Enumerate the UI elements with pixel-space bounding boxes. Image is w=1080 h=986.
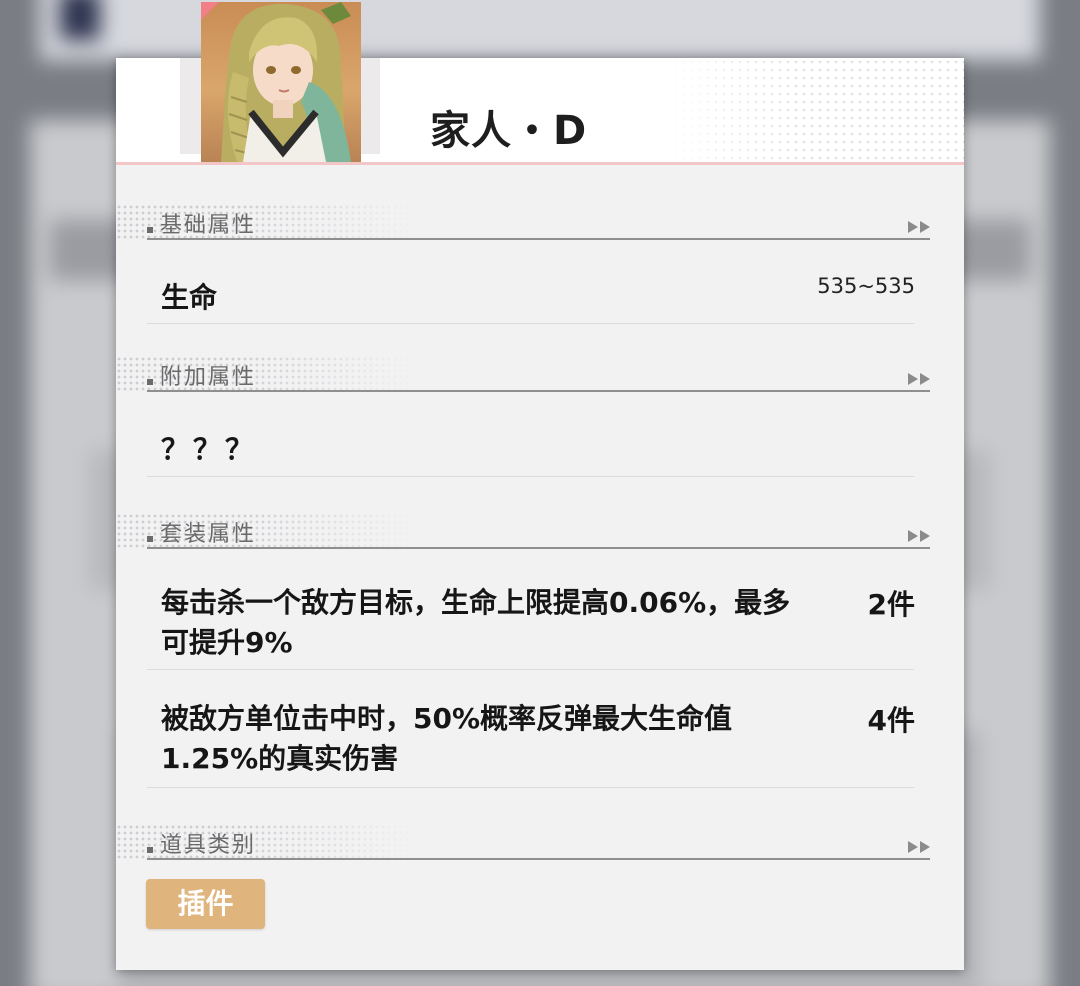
section-header-extra: 附加属性 <box>116 356 964 392</box>
double-chevron-right-icon <box>906 221 930 233</box>
section-header-set: 套装属性 <box>116 513 964 549</box>
item-name: 家人・D <box>430 108 588 154</box>
portrait-illustration <box>221 2 351 162</box>
set-effect-text: 被敌方单位击中时，50%概率反弹最大生命值1.25%的真实伤害 <box>161 702 733 775</box>
item-type-tag: 插件 <box>146 879 265 929</box>
section-title-set: 套装属性 <box>160 522 257 547</box>
header-dot-pattern <box>664 58 964 162</box>
row-divider <box>147 476 914 477</box>
set-effect-text: 每击杀一个敌方目标，生命上限提高0.06%，最多可提升9% <box>161 586 791 659</box>
portrait-corner-marker <box>201 2 219 20</box>
item-detail-panel: 家人・D 基础属性 生命 535~535 附加属性 ？？？ 套装属性 每击杀一个… <box>116 2 964 970</box>
double-chevron-right-icon <box>906 373 930 385</box>
section-title-base: 基础属性 <box>160 213 257 238</box>
section-marker <box>147 536 153 542</box>
section-header-base: 基础属性 <box>116 204 964 240</box>
row-divider <box>147 323 914 324</box>
section-marker <box>147 227 153 233</box>
row-divider <box>147 669 914 670</box>
stat-label-unknown: ？？？ <box>161 433 258 466</box>
section-marker <box>147 379 153 385</box>
double-chevron-right-icon <box>906 530 930 542</box>
section-title-extra: 附加属性 <box>160 365 257 390</box>
section-underline <box>147 858 930 860</box>
double-chevron-right-icon <box>906 841 930 853</box>
section-header-type: 道具类别 <box>116 824 964 860</box>
section-underline <box>147 390 930 392</box>
stat-value-hp: 535~535 <box>817 274 915 298</box>
set-effect-count: 4件 <box>867 704 915 737</box>
section-underline <box>147 238 930 240</box>
section-marker <box>147 847 153 853</box>
stat-label-hp: 生命 <box>161 281 218 314</box>
character-portrait <box>201 2 361 162</box>
set-effect-count: 2件 <box>867 588 915 621</box>
section-underline <box>147 547 930 549</box>
section-title-type: 道具类别 <box>160 833 257 858</box>
row-divider <box>147 787 914 788</box>
